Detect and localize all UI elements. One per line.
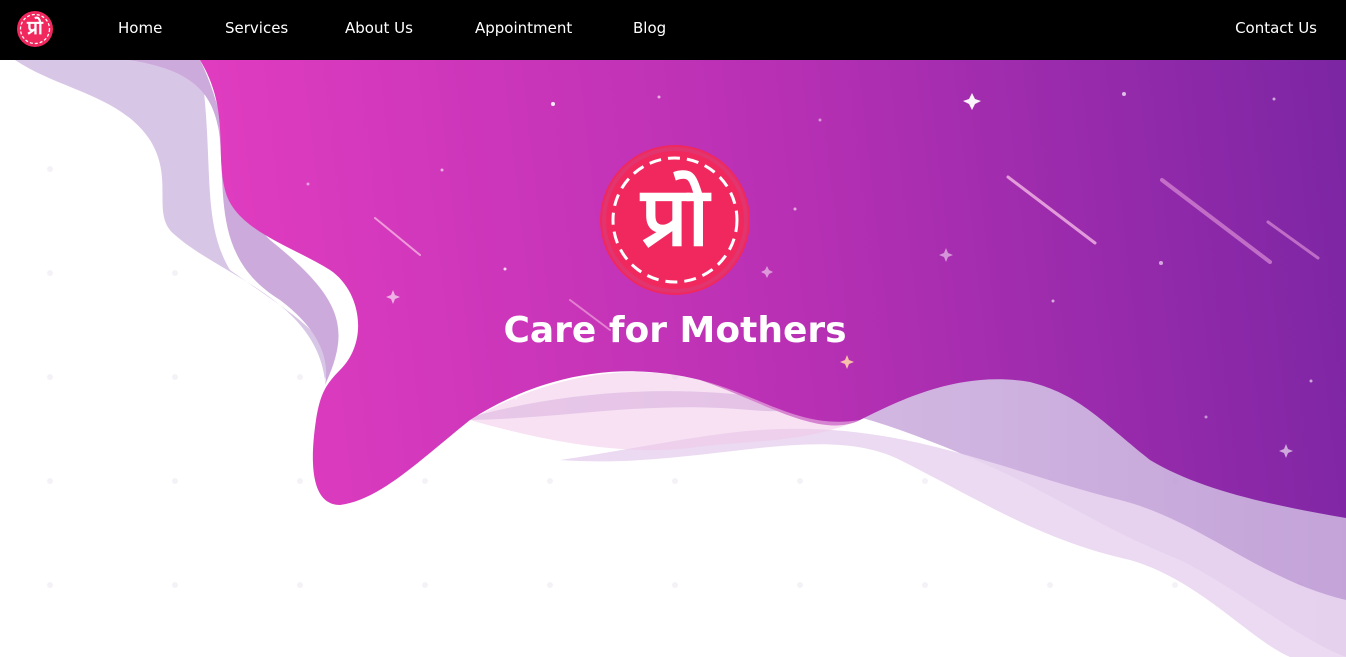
hero-logo-text: प्रो <box>641 170 709 265</box>
nav-link-appointment[interactable]: Appointment <box>475 19 572 38</box>
nav-link-about-us[interactable]: About Us <box>345 19 413 38</box>
nav-link-contact-us[interactable]: Contact Us <box>1235 19 1317 38</box>
nav-link-blog[interactable]: Blog <box>633 19 666 38</box>
nav-link-home[interactable]: Home <box>118 19 162 38</box>
top-navbar: प्रो Home Services About Us Appointment … <box>0 0 1346 60</box>
brand-logo-text: प्रो <box>27 17 43 39</box>
nav-link-services[interactable]: Services <box>225 19 288 38</box>
brand-logo[interactable]: प्रो <box>17 11 53 47</box>
hero-logo: प्रो <box>600 145 750 295</box>
hero-title: Care for Mothers <box>503 310 847 351</box>
